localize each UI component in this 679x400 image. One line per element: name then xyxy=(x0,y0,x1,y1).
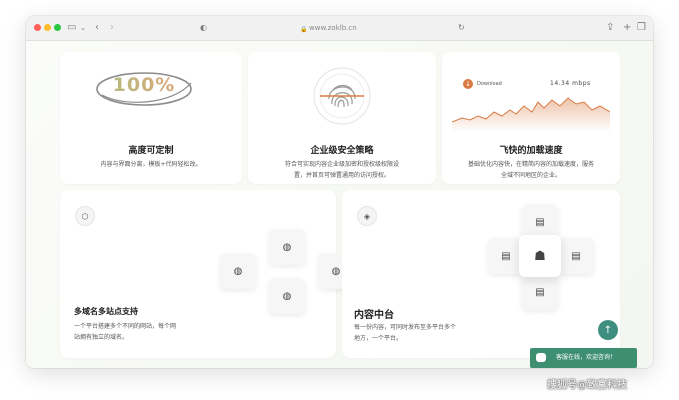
feature-card-customizable: 100% 高度可定制 内容与界面分离，模板+代码轻松改。 xyxy=(60,52,242,184)
site-tile-top: ◍ xyxy=(269,229,305,265)
shield-icon: ⬡ xyxy=(75,206,95,226)
description-line: 站拥有独立的域名。 xyxy=(74,334,129,341)
chart-legend: Download xyxy=(477,81,502,87)
card-description: 一个平台搭建多个不同的网站，每个网 站拥有独立的域名。 xyxy=(74,321,176,343)
feature-card-speed: ↓ Download 14.34 mbps 飞快的加载速度 基础优化内容快，在精… xyxy=(442,52,620,184)
speed-value: 14.34 mbps xyxy=(550,80,591,87)
share-icon[interactable]: ⇪ xyxy=(606,21,614,35)
fingerprint-icon xyxy=(313,67,371,125)
card-description: 内容与界面分离，模板+代码轻松改。 xyxy=(100,161,202,168)
customer-service-chat-button[interactable]: 客服在线，欢迎咨询！ xyxy=(530,348,637,368)
chevron-left-icon[interactable]: ‹ xyxy=(95,21,99,35)
document-icon: ▤ xyxy=(535,216,545,228)
card-description: 每一份内容，可同时发布至多平台多个 地方，一个平台。 xyxy=(354,322,456,344)
chevron-down-icon[interactable]: ⌄ xyxy=(80,21,86,35)
site-tile-bottom: ◍ xyxy=(269,278,305,314)
description-line: 一个平台搭建多个不同的网站，每个网 xyxy=(74,323,177,330)
document-icon: ▤ xyxy=(535,286,545,298)
description-line: 每一份内容，可同时发布至多平台多个 xyxy=(354,324,457,331)
description-line: 地方，一个平台。 xyxy=(354,335,403,342)
download-icon: ↓ xyxy=(463,79,473,89)
cube-icon: ◈ xyxy=(357,206,377,226)
lock-icon: 🔒 xyxy=(300,26,308,33)
card-title: 高度可定制 xyxy=(128,146,174,156)
hub-tile-right: ▤ xyxy=(558,238,594,274)
speed-area-chart xyxy=(452,97,610,132)
card-title: 多域名多站点支持 xyxy=(74,307,138,316)
minimize-window-button[interactable] xyxy=(44,24,51,31)
description-line: 全域不同地区的企业。 xyxy=(500,172,561,179)
hub-icon: ☗ xyxy=(534,248,546,264)
watermark: 搜狐号@致富科技 xyxy=(547,380,627,391)
page-content: 100% 高度可定制 内容与界面分离，模板+代码轻松改。 企业级安全策略 符合可… xyxy=(26,41,653,368)
close-window-button[interactable] xyxy=(34,24,41,31)
hub-tile-bottom: ▤ xyxy=(522,274,558,310)
card-description: 符合可实现内容企业级加密和授权级权限设 置，并首页可弹置通用的访问授权。 xyxy=(256,159,428,181)
feature-card-content-hub: ◈ ▤ ▤ ▤ ▤ ☗ 内容中台 每一份内容，可同时发布至多平台多个 地方，一个… xyxy=(342,190,620,358)
arrow-up-icon: ↑ xyxy=(603,324,613,336)
feature-card-security: 企业级安全策略 符合可实现内容企业级加密和授权级权限设 置，并首页可弹置通用的访… xyxy=(248,52,436,184)
card-description: 基础优化内容快，在精简内容的加载速度，服务 全域不同地区的企业。 xyxy=(448,159,614,181)
description-line: 基础优化内容快，在精简内容的加载速度，服务 xyxy=(467,161,594,168)
chevron-right-icon[interactable]: › xyxy=(110,21,114,35)
globe-icon: ◍ xyxy=(282,241,292,253)
browser-window: ▭ ⌄ ‹ › ◐ 🔒 www.zoklb.cn ↻ ⇪ + ❐ 100% 高度… xyxy=(26,16,653,368)
chat-label: 客服在线，欢迎咨询！ xyxy=(556,354,617,361)
globe-icon: ◍ xyxy=(233,265,243,277)
globe-icon: ◍ xyxy=(282,290,292,302)
chat-bubble-icon xyxy=(536,353,546,362)
site-tile-left: ◍ xyxy=(220,253,256,289)
description-line: 符合可实现内容企业级加密和授权级权限设 xyxy=(284,161,399,168)
browser-toolbar: ▭ ⌄ ‹ › ◐ 🔒 www.zoklb.cn ↻ ⇪ + ❐ xyxy=(26,16,653,41)
feature-card-multisite: ⬡ ◍ ◍ ◍ ◍ 多域名多站点支持 一个平台搭建多个不同的网站，每个网 站拥有… xyxy=(60,190,354,358)
plus-icon[interactable]: + xyxy=(623,21,631,35)
shield-icon[interactable]: ◐ xyxy=(200,21,207,35)
address-bar[interactable]: www.zoklb.cn xyxy=(309,23,357,33)
document-icon: ▤ xyxy=(501,250,511,262)
card-title: 内容中台 xyxy=(354,310,394,321)
globe-icon: ◍ xyxy=(331,265,341,277)
description-line: 置，并首页可弹置通用的访问授权。 xyxy=(293,172,390,179)
scroll-to-top-button[interactable]: ↑ xyxy=(598,320,618,340)
document-icon: ▤ xyxy=(571,250,581,262)
reload-icon[interactable]: ↻ xyxy=(458,21,465,35)
sidebar-icon[interactable]: ▭ xyxy=(67,21,76,35)
card-title: 飞快的加载速度 xyxy=(499,146,563,156)
zoom-window-button[interactable] xyxy=(54,24,61,31)
percent-badge: 100% xyxy=(94,74,194,96)
hub-tile-center: ☗ xyxy=(519,235,561,277)
tabs-icon[interactable]: ❐ xyxy=(637,21,646,35)
card-title: 企业级安全策略 xyxy=(310,146,374,156)
